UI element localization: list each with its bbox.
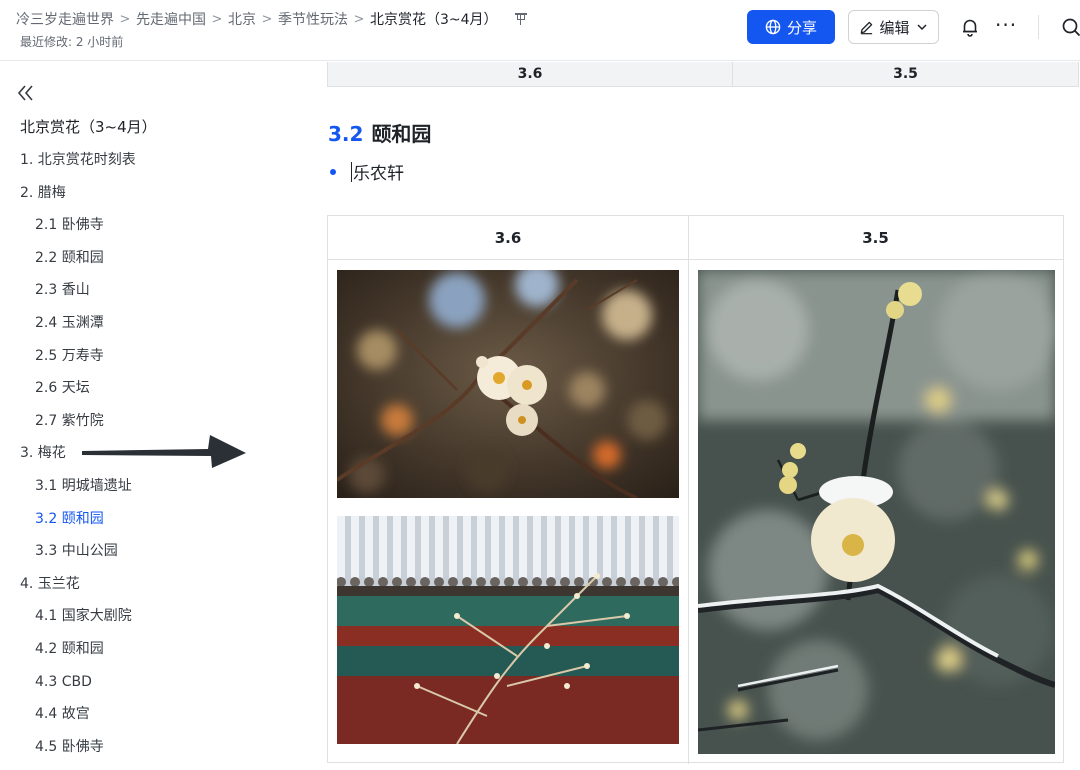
share-button[interactable]: 分享 — [747, 10, 835, 44]
outline-sidebar: 北京赏花（3~4月） 1. 北京赏花时刻表 2. 腊梅 2.1 卧佛寺 2.2 颐和园… — [0, 62, 300, 770]
list-item-text: 乐农轩 — [353, 164, 404, 184]
share-label: 分享 — [786, 18, 817, 37]
top-header: 冷三岁走遍世界 > 先走遍中国 > 北京 > 季节性玩法 > 北京赏花（3~4月… — [0, 0, 1080, 61]
outline-item[interactable]: 3.3 中山公园 — [35, 541, 118, 561]
outline-item[interactable]: 3.1 明城墙遗址 — [35, 476, 132, 496]
table-header-cell: 3.5 — [893, 66, 918, 82]
snow-plum-blossom-photo[interactable] — [698, 270, 1055, 754]
search-icon[interactable] — [1061, 17, 1080, 37]
last-modified-text: 最近修改: 2 小时前 — [20, 35, 124, 49]
edit-button[interactable]: 编辑 — [848, 10, 939, 44]
outline-item[interactable]: 4.4 故宫 — [35, 704, 90, 724]
outline-item[interactable]: 1. 北京赏花时刻表 — [20, 150, 136, 170]
more-options-icon[interactable]: ··· — [995, 15, 1017, 35]
bell-icon[interactable] — [960, 17, 980, 37]
outline-item[interactable]: 2.6 天坛 — [35, 378, 90, 398]
breadcrumb-item[interactable]: 冷三岁走遍世界 — [16, 9, 114, 29]
outline-item[interactable]: 2.2 颐和园 — [35, 248, 104, 268]
table-top-partial: 3.6 3.5 — [327, 62, 1079, 87]
text-cursor — [351, 161, 352, 182]
column-divider — [688, 216, 689, 764]
breadcrumb-separator: > — [261, 11, 273, 27]
breadcrumb-separator: > — [211, 11, 223, 27]
section-heading: 3.2 颐和园 — [328, 118, 431, 147]
outline-item[interactable]: 2. 腊梅 — [20, 183, 66, 203]
outline-item[interactable]: 4.5 卧佛寺 — [35, 737, 104, 757]
heading-text: 颐和园 — [371, 122, 432, 146]
outline-item[interactable]: 2.7 紫竹院 — [35, 411, 104, 431]
plum-blossom-photo[interactable] — [337, 270, 679, 498]
globe-icon — [765, 19, 781, 35]
outline-item-active[interactable]: 3.2 颐和园 — [35, 509, 104, 529]
table-header-row: 3.6 3.5 — [328, 216, 1063, 260]
breadcrumb-item[interactable]: 先走遍中国 — [136, 9, 206, 29]
breadcrumb-item[interactable]: 北京 — [228, 9, 256, 29]
list-item[interactable]: 乐农轩 — [330, 159, 404, 184]
pen-icon — [861, 21, 873, 34]
table-header-cell: 3.6 — [328, 62, 733, 86]
collapse-sidebar-icon[interactable] — [16, 84, 36, 102]
edit-label: 编辑 — [879, 18, 910, 37]
outline-item[interactable]: 4. 玉兰花 — [20, 574, 80, 594]
header-divider — [1038, 15, 1039, 39]
table-header-cell: 3.5 — [862, 229, 889, 247]
image-table: 3.6 3.5 — [327, 215, 1064, 764]
breadcrumb: 冷三岁走遍世界 > 先走遍中国 > 北京 > 季节性玩法 > 北京赏花（3~4月… — [16, 9, 528, 29]
bullet-dot — [330, 168, 336, 175]
page-title: 北京赏花（3~4月） — [370, 12, 498, 28]
outline-title[interactable]: 北京赏花（3~4月） — [20, 116, 157, 137]
pin-icon[interactable] — [514, 12, 528, 26]
annotation-arrow — [82, 435, 246, 468]
outline-item[interactable]: 2.1 卧佛寺 — [35, 215, 104, 235]
outline-item[interactable]: 2.5 万寿寺 — [35, 346, 104, 366]
outline-item[interactable]: 4.1 国家大剧院 — [35, 606, 132, 626]
palace-roof-snow-photo[interactable] — [337, 516, 679, 744]
document-body: 3.6 3.5 3.2 颐和园 乐农轩 3.6 3.5 — [300, 62, 1080, 770]
heading-number: 3.2 — [328, 122, 364, 146]
breadcrumb-item[interactable]: 季节性玩法 — [278, 9, 348, 29]
breadcrumb-separator: > — [353, 11, 365, 27]
table-header-cell: 3.6 — [494, 229, 522, 247]
outline-item[interactable]: 3. 梅花 — [20, 443, 66, 463]
outline-item[interactable]: 2.3 香山 — [35, 280, 90, 300]
breadcrumb-separator: > — [119, 11, 131, 27]
outline-item[interactable]: 4.3 CBD — [35, 672, 92, 692]
outline-item[interactable]: 4.2 颐和园 — [35, 639, 104, 659]
outline-item[interactable]: 2.4 玉渊潭 — [35, 313, 104, 333]
chevron-down-icon — [916, 24, 927, 31]
